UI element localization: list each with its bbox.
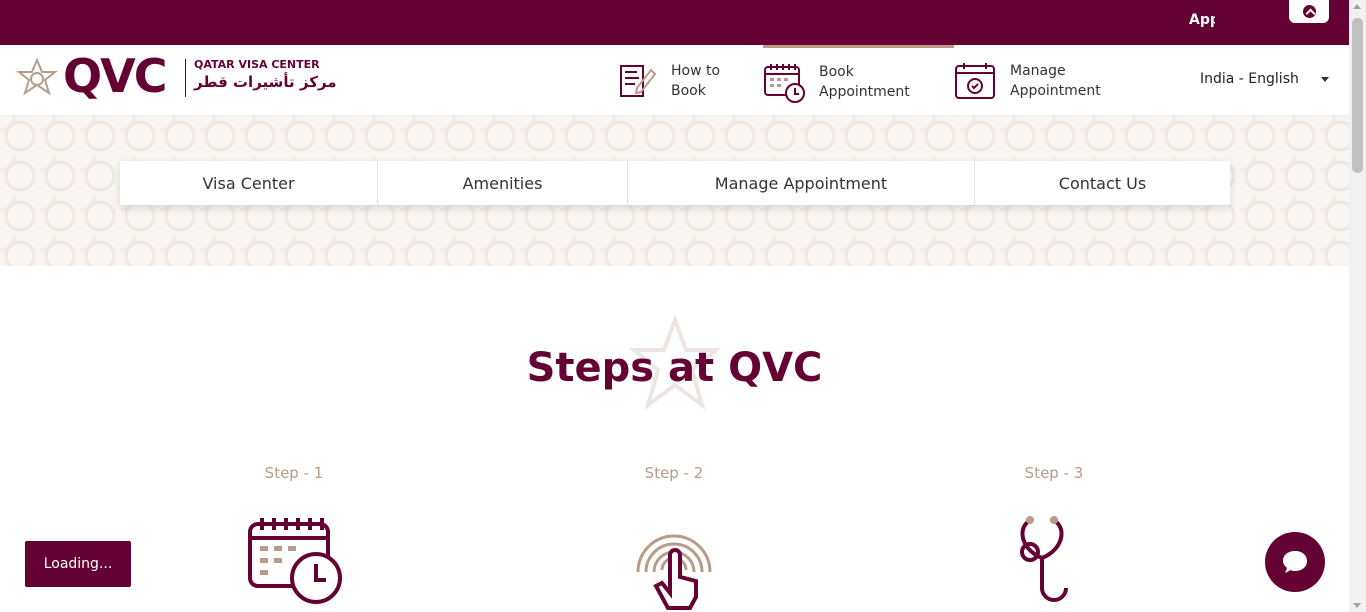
subnav-manage-appointment[interactable]: Manage Appointment: [628, 161, 975, 205]
subnav-contact-us[interactable]: Contact Us: [975, 161, 1230, 205]
nav-how-to-book[interactable]: How to Book: [615, 45, 741, 116]
page: App QVC QATAR VISA CENTER مركز تأشيرات ق…: [0, 0, 1366, 612]
star-logo-icon: [16, 57, 58, 96]
language-selector[interactable]: India - English: [1200, 71, 1299, 87]
chevron-down-icon[interactable]: [1321, 77, 1329, 82]
nav-label: Book Appointment: [819, 64, 910, 100]
loading-indicator: Loading...: [25, 541, 131, 587]
scroll-down-arrow-icon[interactable]: [1353, 603, 1361, 608]
step-1-label: Step - 1: [264, 464, 324, 482]
chevron-up-icon: [1302, 5, 1316, 18]
sub-navigation: Visa Center Amenities Manage Appointment…: [120, 161, 1230, 205]
step-2-label: Step - 2: [644, 464, 704, 482]
logo-divider: [185, 59, 186, 97]
step-3-label: Step - 3: [1024, 464, 1084, 482]
calendar-clock-icon: [248, 518, 342, 604]
subnav-amenities[interactable]: Amenities: [378, 161, 628, 205]
scrollbar-thumb[interactable]: [1352, 18, 1363, 173]
chat-bubble-icon: [1283, 551, 1307, 573]
logo-arabic-name: مركز تأشيرات قطر: [194, 73, 337, 91]
subnav-visa-center[interactable]: Visa Center: [120, 161, 378, 205]
nav-label: How to Book: [671, 62, 721, 99]
nav-label: Manage Appointment: [1010, 62, 1101, 99]
logo-english-name: QATAR VISA CENTER: [194, 58, 320, 71]
logo-text[interactable]: QVC: [63, 49, 167, 103]
nav-book-appointment[interactable]: Book Appointment: [763, 45, 954, 116]
calendar-check-icon: [955, 62, 995, 99]
chat-button[interactable]: [1265, 532, 1325, 592]
top-bar: App: [0, 0, 1349, 45]
scroll-top-button[interactable]: [1289, 0, 1329, 23]
nav-manage-appointment[interactable]: Manage Appointment: [954, 45, 1120, 116]
app-link[interactable]: App: [1189, 12, 1215, 28]
header: QVC QATAR VISA CENTER مركز تأشيرات قطر H…: [0, 45, 1349, 116]
fingerprint-touch-icon: [636, 534, 712, 610]
calendar-clock-icon: [764, 64, 805, 103]
stethoscope-icon: [1020, 516, 1068, 602]
page-scrollbar[interactable]: [1349, 0, 1366, 612]
scroll-up-arrow-icon[interactable]: [1353, 4, 1361, 9]
steps-title: Steps at QVC: [526, 345, 823, 391]
form-pen-icon: [620, 64, 657, 97]
